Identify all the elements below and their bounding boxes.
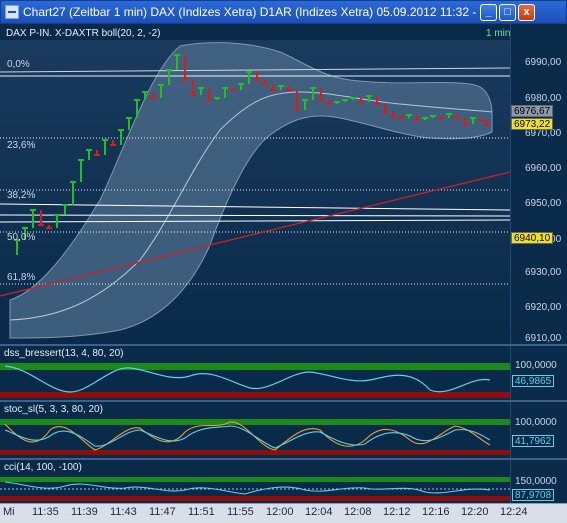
x-tick: 12:08 (344, 506, 372, 518)
y-tick: 6920,00 (525, 302, 562, 313)
cci-value-tag: 87,9708 (512, 489, 555, 501)
dss-overbought-zone (0, 363, 510, 370)
x-tick: 11:43 (110, 506, 137, 518)
x-tick: 12:20 (461, 506, 489, 518)
x-tick: 12:24 (500, 506, 528, 518)
upper-band-tag: 6976,67 (511, 105, 554, 117)
stoc-d-line (4, 425, 491, 449)
x-tick: 11:51 (188, 506, 215, 518)
stoc-k-line (4, 421, 491, 451)
x-axis-corner: Mi (3, 506, 15, 518)
cci-overbought-zone (0, 477, 510, 482)
fib-label-618: 61,8% (7, 272, 36, 283)
x-tick: 12:04 (305, 506, 333, 518)
stoc-oversold-zone (0, 450, 510, 455)
y-tick: 6910,00 (525, 333, 562, 344)
x-tick: 12:16 (422, 506, 450, 518)
stoc-top-tick: 100,0000 (515, 417, 557, 428)
chart-drawing (0, 40, 511, 501)
x-tick: 11:39 (71, 506, 98, 518)
x-tick: 11:47 (149, 506, 176, 518)
dss-top-tick: 100,0000 (515, 360, 557, 371)
level-tag: 6940,10 (511, 232, 554, 244)
dss-header: dss_bressert(13, 4, 80, 20) (4, 348, 124, 359)
stoc-value-tag: 41,7962 (512, 435, 555, 447)
x-tick: 11:55 (227, 506, 254, 518)
y-tick: 6950,00 (525, 198, 562, 209)
stoc-header: stoc_sl(5, 3, 3, 80, 20) (4, 404, 103, 415)
y-tick: 6990,00 (525, 57, 562, 68)
stoc-overbought-zone (0, 419, 510, 425)
x-tick: 12:00 (266, 506, 294, 518)
interval-label: 1 min (486, 28, 511, 39)
x-tick: 11:35 (32, 506, 59, 518)
fib-label-236: 23,6% (7, 140, 36, 151)
y-tick: 6930,00 (525, 267, 562, 278)
dss-oversold-zone (0, 392, 510, 398)
price-panel-header: DAX P-IN. X-DAXTR boll(20, 2, -2) (6, 28, 161, 39)
fib-label-500: 50,0% (7, 232, 36, 243)
cci-line (4, 481, 491, 495)
cci-oversold-zone (0, 496, 510, 501)
y-tick: 6960,00 (525, 163, 562, 174)
x-tick: 12:12 (383, 506, 411, 518)
cci-top-tick: 150,0000 (515, 476, 557, 487)
dss-value-tag: 46,9865 (512, 375, 555, 387)
y-tick: 6980,00 (525, 93, 562, 104)
fib-label-0: 0,0% (7, 59, 30, 70)
last-price-tag: 6973,22 (511, 118, 554, 130)
cci-header: cci(14, 100, -100) (4, 462, 82, 473)
fib-label-382: 38,2% (7, 190, 36, 201)
